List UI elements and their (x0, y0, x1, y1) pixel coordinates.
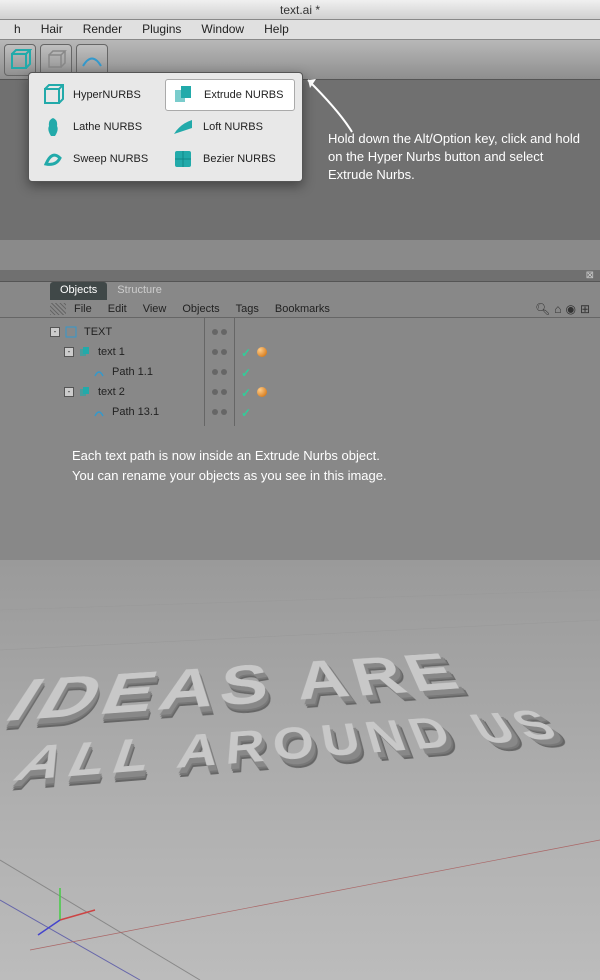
tree-row-text1[interactable]: - text 1 (50, 342, 200, 362)
panel-menu-bookmarks[interactable]: Bookmarks (267, 303, 338, 315)
panel-menu-tags[interactable]: Tags (228, 303, 267, 315)
panel-menu-file[interactable]: File (66, 303, 100, 315)
visibility-dots[interactable] (205, 362, 234, 382)
phong-tag-icon[interactable] (257, 347, 267, 357)
visibility-dots[interactable] (205, 382, 234, 402)
3d-text-object: IDEAS ARE ALL AROUND US (0, 640, 600, 782)
null-icon (64, 325, 78, 339)
spline-icon (80, 48, 104, 72)
nurbs-item-hypernurbs[interactable]: HyperNURBS (35, 79, 165, 111)
menu-cropped[interactable]: h (4, 20, 31, 39)
tab-structure[interactable]: Structure (107, 282, 172, 300)
nurbs-item-sweep[interactable]: Sweep NURBS (35, 143, 165, 175)
check-icon[interactable]: ✓ (241, 366, 253, 378)
tree-node-label: Path 1.1 (112, 366, 153, 378)
nurbs-item-loft[interactable]: Loft NURBS (165, 111, 295, 143)
tree-row-text2[interactable]: - text 2 (50, 382, 200, 402)
nurbs-item-extrude[interactable]: Extrude NURBS (165, 79, 295, 111)
extrude-icon (172, 83, 196, 107)
object-tree-area: - TEXT - text 1 Path 1.1 - text (0, 318, 600, 426)
menu-help[interactable]: Help (254, 20, 299, 39)
nurbs-item-label: Sweep NURBS (73, 153, 148, 165)
check-icon[interactable]: ✓ (241, 386, 253, 398)
search-icon[interactable]: 🔍︎ (535, 302, 550, 316)
nurbs-item-bezier[interactable]: Bezier NURBS (165, 143, 295, 175)
tags-row: ✓ (235, 382, 600, 402)
nurbs-item-label: Loft NURBS (203, 121, 263, 133)
nurbs-item-label: Lathe NURBS (73, 121, 142, 133)
visibility-column (205, 318, 235, 426)
toolbar-button-2[interactable] (40, 44, 72, 76)
bezier-icon (171, 147, 195, 171)
tab-objects[interactable]: Objects (50, 282, 107, 300)
panel-menu-edit[interactable]: Edit (100, 303, 135, 315)
panel-menu-objects[interactable]: Objects (174, 303, 227, 315)
menu-plugins[interactable]: Plugins (132, 20, 191, 39)
expander-icon[interactable]: - (64, 387, 74, 397)
panel-close-icon[interactable]: ⊠ (586, 270, 594, 281)
panel-menubar: File Edit View Objects Tags Bookmarks 🔍︎… (0, 300, 600, 318)
panel-tabs: Objects Structure (0, 282, 600, 300)
window-title: text.ai * (280, 3, 320, 17)
texture-icon[interactable] (50, 303, 66, 315)
tags-column: ✓ ✓ ✓ ✓ (235, 318, 600, 426)
annotation-line: You can rename your objects as you see i… (72, 466, 580, 486)
home-icon[interactable]: ⌂ (554, 302, 561, 316)
phong-tag-icon[interactable] (257, 387, 267, 397)
annotation-text-1: Hold down the Alt/Option key, click and … (328, 130, 588, 185)
hypernurbs-icon (41, 83, 65, 107)
wire-cube-icon (44, 48, 68, 72)
tree-node-label: TEXT (84, 326, 112, 338)
window-titlebar: text.ai * (0, 0, 600, 20)
visibility-dots[interactable] (205, 322, 234, 342)
extrude-small-icon (78, 345, 92, 359)
menu-render[interactable]: Render (73, 20, 132, 39)
path-icon (92, 405, 106, 419)
lathe-icon (41, 115, 65, 139)
tree-row-path1[interactable]: Path 1.1 (50, 362, 200, 382)
3d-viewport[interactable]: IDEAS ARE ALL AROUND US (0, 560, 600, 980)
eye-icon[interactable]: ◉ (565, 302, 575, 316)
tree-row-root[interactable]: - TEXT (50, 322, 200, 342)
tags-row (235, 322, 600, 342)
visibility-dots[interactable] (205, 402, 234, 422)
check-icon[interactable]: ✓ (241, 406, 253, 418)
loft-icon (171, 115, 195, 139)
tags-row: ✓ (235, 342, 600, 362)
expander-icon[interactable]: - (64, 347, 74, 357)
tree-node-label: text 1 (98, 346, 125, 358)
tree-node-label: Path 13.1 (112, 406, 159, 418)
expander-icon[interactable]: - (50, 327, 60, 337)
tags-row: ✓ (235, 402, 600, 422)
nurbs-popup-menu: HyperNURBS Extrude NURBS Lathe NURBS Lof… (28, 72, 303, 182)
visibility-dots[interactable] (205, 342, 234, 362)
panel-top-strip: ⊠ (0, 270, 600, 282)
object-tree: - TEXT - text 1 Path 1.1 - text (0, 318, 204, 426)
nurbs-item-label: HyperNURBS (73, 89, 141, 101)
check-icon[interactable]: ✓ (241, 346, 253, 358)
annotation-text-2: Each text path is now inside an Extrude … (0, 426, 600, 505)
annotation-line: Each text path is now inside an Extrude … (72, 446, 580, 466)
toolbar-button-3[interactable] (76, 44, 108, 76)
nurbs-item-label: Extrude NURBS (204, 89, 283, 101)
cube-icon (8, 48, 32, 72)
tags-row: ✓ (235, 362, 600, 382)
plus-icon[interactable]: ⊞ (580, 302, 590, 316)
app-menubar: h Hair Render Plugins Window Help (0, 20, 600, 40)
hypernurbs-button[interactable] (4, 44, 36, 76)
sweep-icon (41, 147, 65, 171)
axis-gizmo[interactable] (30, 880, 110, 940)
tree-node-label: text 2 (98, 386, 125, 398)
menu-window[interactable]: Window (191, 20, 254, 39)
path-icon (92, 365, 106, 379)
panel-menu-view[interactable]: View (135, 303, 175, 315)
nurbs-item-lathe[interactable]: Lathe NURBS (35, 111, 165, 143)
tree-row-path13[interactable]: Path 13.1 (50, 402, 200, 422)
menu-hair[interactable]: Hair (31, 20, 73, 39)
nurbs-item-label: Bezier NURBS (203, 153, 276, 165)
extrude-small-icon (78, 385, 92, 399)
